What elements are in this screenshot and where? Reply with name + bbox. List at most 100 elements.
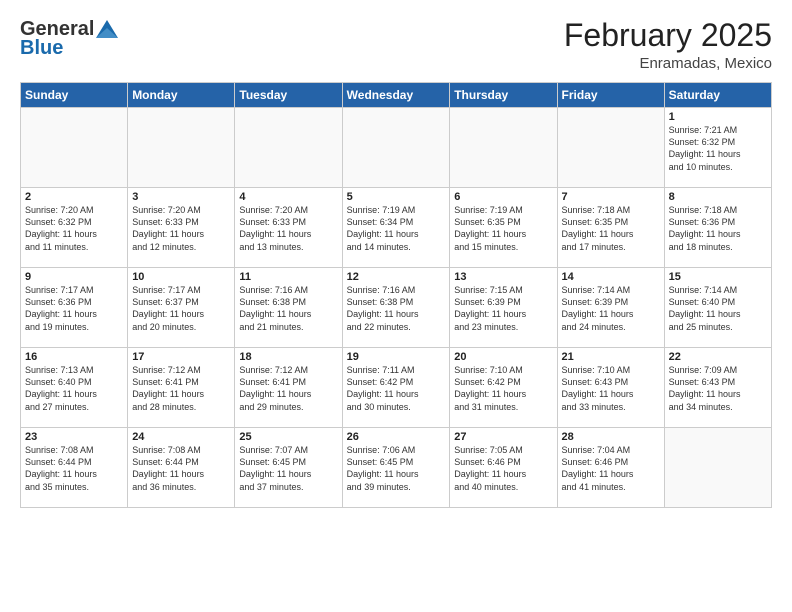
day-detail: Sunrise: 7:14 AMSunset: 6:40 PMDaylight:… bbox=[669, 284, 767, 333]
day-number: 20 bbox=[454, 351, 552, 363]
day-detail: Sunrise: 7:10 AMSunset: 6:42 PMDaylight:… bbox=[454, 364, 552, 413]
col-wednesday: Wednesday bbox=[342, 83, 450, 108]
col-friday: Friday bbox=[557, 83, 664, 108]
day-number: 14 bbox=[562, 271, 660, 283]
day-number: 10 bbox=[132, 271, 230, 283]
calendar-cell bbox=[557, 108, 664, 188]
col-monday: Monday bbox=[128, 83, 235, 108]
day-detail: Sunrise: 7:13 AMSunset: 6:40 PMDaylight:… bbox=[25, 364, 123, 413]
calendar-cell: 2Sunrise: 7:20 AMSunset: 6:32 PMDaylight… bbox=[21, 188, 128, 268]
calendar-cell: 3Sunrise: 7:20 AMSunset: 6:33 PMDaylight… bbox=[128, 188, 235, 268]
day-detail: Sunrise: 7:17 AMSunset: 6:36 PMDaylight:… bbox=[25, 284, 123, 333]
calendar-cell: 25Sunrise: 7:07 AMSunset: 6:45 PMDayligh… bbox=[235, 428, 342, 508]
day-number: 26 bbox=[347, 431, 446, 443]
calendar-cell bbox=[450, 108, 557, 188]
calendar-cell bbox=[128, 108, 235, 188]
calendar-header-row: Sunday Monday Tuesday Wednesday Thursday… bbox=[21, 83, 772, 108]
col-tuesday: Tuesday bbox=[235, 83, 342, 108]
calendar-cell: 17Sunrise: 7:12 AMSunset: 6:41 PMDayligh… bbox=[128, 348, 235, 428]
calendar-cell: 15Sunrise: 7:14 AMSunset: 6:40 PMDayligh… bbox=[664, 268, 771, 348]
day-detail: Sunrise: 7:09 AMSunset: 6:43 PMDaylight:… bbox=[669, 364, 767, 413]
calendar-cell: 28Sunrise: 7:04 AMSunset: 6:46 PMDayligh… bbox=[557, 428, 664, 508]
logo-icon bbox=[96, 20, 118, 38]
day-number: 8 bbox=[669, 191, 767, 203]
day-number: 22 bbox=[669, 351, 767, 363]
day-number: 17 bbox=[132, 351, 230, 363]
calendar-cell: 18Sunrise: 7:12 AMSunset: 6:41 PMDayligh… bbox=[235, 348, 342, 428]
calendar-cell bbox=[664, 428, 771, 508]
day-number: 3 bbox=[132, 191, 230, 203]
calendar-cell: 16Sunrise: 7:13 AMSunset: 6:40 PMDayligh… bbox=[21, 348, 128, 428]
calendar-cell: 20Sunrise: 7:10 AMSunset: 6:42 PMDayligh… bbox=[450, 348, 557, 428]
calendar-cell: 26Sunrise: 7:06 AMSunset: 6:45 PMDayligh… bbox=[342, 428, 450, 508]
day-detail: Sunrise: 7:16 AMSunset: 6:38 PMDaylight:… bbox=[347, 284, 446, 333]
day-detail: Sunrise: 7:15 AMSunset: 6:39 PMDaylight:… bbox=[454, 284, 552, 333]
day-detail: Sunrise: 7:14 AMSunset: 6:39 PMDaylight:… bbox=[562, 284, 660, 333]
day-number: 12 bbox=[347, 271, 446, 283]
month-title: February 2025 bbox=[564, 18, 772, 53]
calendar-cell: 24Sunrise: 7:08 AMSunset: 6:44 PMDayligh… bbox=[128, 428, 235, 508]
day-detail: Sunrise: 7:12 AMSunset: 6:41 PMDaylight:… bbox=[239, 364, 337, 413]
day-number: 21 bbox=[562, 351, 660, 363]
calendar-cell: 7Sunrise: 7:18 AMSunset: 6:35 PMDaylight… bbox=[557, 188, 664, 268]
day-number: 4 bbox=[239, 191, 337, 203]
day-number: 6 bbox=[454, 191, 552, 203]
calendar-cell: 4Sunrise: 7:20 AMSunset: 6:33 PMDaylight… bbox=[235, 188, 342, 268]
day-number: 13 bbox=[454, 271, 552, 283]
day-number: 24 bbox=[132, 431, 230, 443]
day-number: 7 bbox=[562, 191, 660, 203]
day-number: 16 bbox=[25, 351, 123, 363]
day-number: 28 bbox=[562, 431, 660, 443]
day-number: 19 bbox=[347, 351, 446, 363]
calendar-cell: 10Sunrise: 7:17 AMSunset: 6:37 PMDayligh… bbox=[128, 268, 235, 348]
calendar: Sunday Monday Tuesday Wednesday Thursday… bbox=[20, 82, 772, 508]
calendar-week-2: 9Sunrise: 7:17 AMSunset: 6:36 PMDaylight… bbox=[21, 268, 772, 348]
col-saturday: Saturday bbox=[664, 83, 771, 108]
calendar-week-1: 2Sunrise: 7:20 AMSunset: 6:32 PMDaylight… bbox=[21, 188, 772, 268]
col-sunday: Sunday bbox=[21, 83, 128, 108]
title-block: February 2025 Enramadas, Mexico bbox=[564, 18, 772, 72]
day-number: 23 bbox=[25, 431, 123, 443]
location: Enramadas, Mexico bbox=[564, 55, 772, 72]
logo: General Blue bbox=[20, 18, 118, 60]
logo-text-block: General Blue bbox=[20, 18, 118, 60]
day-number: 25 bbox=[239, 431, 337, 443]
day-detail: Sunrise: 7:19 AMSunset: 6:35 PMDaylight:… bbox=[454, 204, 552, 253]
calendar-cell: 13Sunrise: 7:15 AMSunset: 6:39 PMDayligh… bbox=[450, 268, 557, 348]
header: General Blue February 2025 Enramadas, Me… bbox=[20, 18, 772, 72]
calendar-cell: 27Sunrise: 7:05 AMSunset: 6:46 PMDayligh… bbox=[450, 428, 557, 508]
calendar-week-0: 1Sunrise: 7:21 AMSunset: 6:32 PMDaylight… bbox=[21, 108, 772, 188]
day-number: 27 bbox=[454, 431, 552, 443]
day-detail: Sunrise: 7:18 AMSunset: 6:35 PMDaylight:… bbox=[562, 204, 660, 253]
day-detail: Sunrise: 7:17 AMSunset: 6:37 PMDaylight:… bbox=[132, 284, 230, 333]
calendar-cell: 23Sunrise: 7:08 AMSunset: 6:44 PMDayligh… bbox=[21, 428, 128, 508]
calendar-week-3: 16Sunrise: 7:13 AMSunset: 6:40 PMDayligh… bbox=[21, 348, 772, 428]
calendar-cell: 21Sunrise: 7:10 AMSunset: 6:43 PMDayligh… bbox=[557, 348, 664, 428]
day-number: 2 bbox=[25, 191, 123, 203]
calendar-cell: 6Sunrise: 7:19 AMSunset: 6:35 PMDaylight… bbox=[450, 188, 557, 268]
day-detail: Sunrise: 7:16 AMSunset: 6:38 PMDaylight:… bbox=[239, 284, 337, 333]
day-detail: Sunrise: 7:05 AMSunset: 6:46 PMDaylight:… bbox=[454, 444, 552, 493]
day-detail: Sunrise: 7:08 AMSunset: 6:44 PMDaylight:… bbox=[132, 444, 230, 493]
day-number: 1 bbox=[669, 111, 767, 123]
day-detail: Sunrise: 7:12 AMSunset: 6:41 PMDaylight:… bbox=[132, 364, 230, 413]
calendar-cell bbox=[235, 108, 342, 188]
calendar-cell: 11Sunrise: 7:16 AMSunset: 6:38 PMDayligh… bbox=[235, 268, 342, 348]
day-number: 18 bbox=[239, 351, 337, 363]
day-detail: Sunrise: 7:20 AMSunset: 6:32 PMDaylight:… bbox=[25, 204, 123, 253]
calendar-cell: 14Sunrise: 7:14 AMSunset: 6:39 PMDayligh… bbox=[557, 268, 664, 348]
calendar-cell bbox=[342, 108, 450, 188]
day-detail: Sunrise: 7:04 AMSunset: 6:46 PMDaylight:… bbox=[562, 444, 660, 493]
day-detail: Sunrise: 7:08 AMSunset: 6:44 PMDaylight:… bbox=[25, 444, 123, 493]
day-detail: Sunrise: 7:19 AMSunset: 6:34 PMDaylight:… bbox=[347, 204, 446, 253]
day-detail: Sunrise: 7:20 AMSunset: 6:33 PMDaylight:… bbox=[239, 204, 337, 253]
day-detail: Sunrise: 7:21 AMSunset: 6:32 PMDaylight:… bbox=[669, 124, 767, 173]
day-detail: Sunrise: 7:20 AMSunset: 6:33 PMDaylight:… bbox=[132, 204, 230, 253]
calendar-cell bbox=[21, 108, 128, 188]
day-number: 15 bbox=[669, 271, 767, 283]
day-detail: Sunrise: 7:18 AMSunset: 6:36 PMDaylight:… bbox=[669, 204, 767, 253]
calendar-week-4: 23Sunrise: 7:08 AMSunset: 6:44 PMDayligh… bbox=[21, 428, 772, 508]
calendar-cell: 9Sunrise: 7:17 AMSunset: 6:36 PMDaylight… bbox=[21, 268, 128, 348]
calendar-cell: 22Sunrise: 7:09 AMSunset: 6:43 PMDayligh… bbox=[664, 348, 771, 428]
calendar-cell: 19Sunrise: 7:11 AMSunset: 6:42 PMDayligh… bbox=[342, 348, 450, 428]
